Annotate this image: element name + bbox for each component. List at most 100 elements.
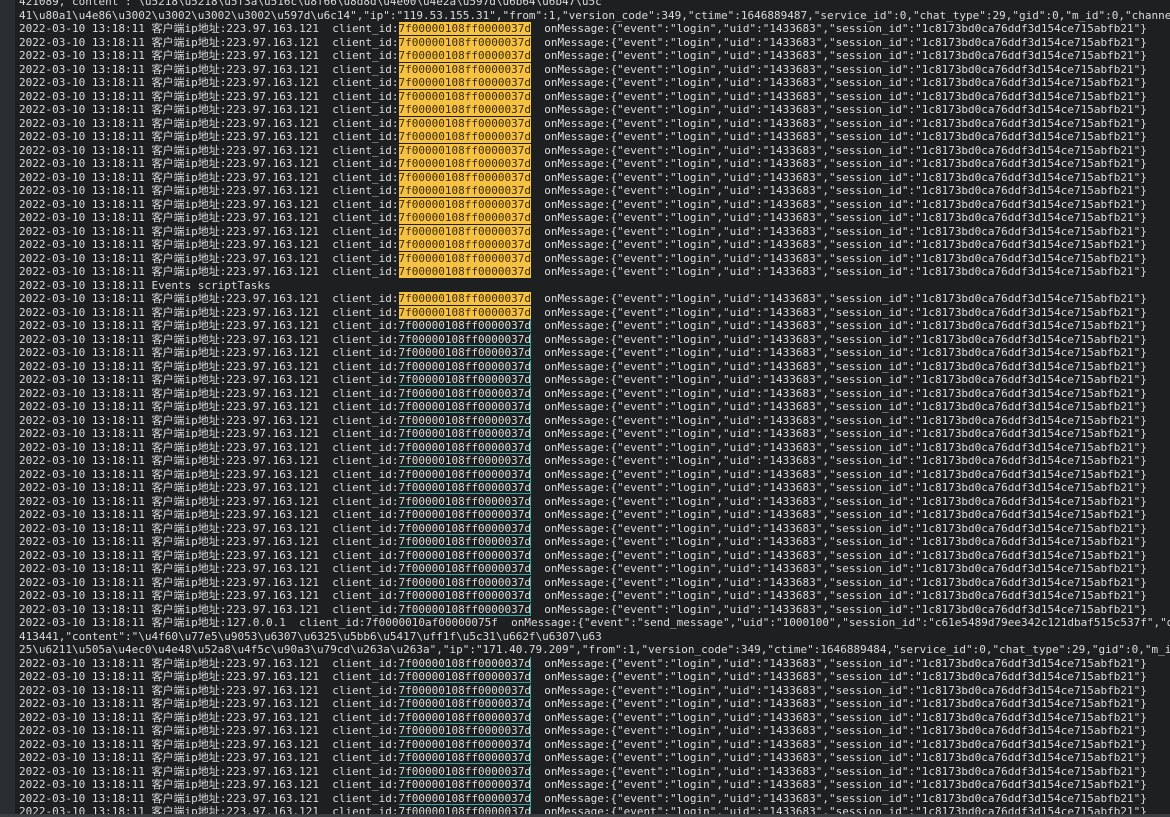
log-message: onMessage:{"event":"login","uid":"143368… (530, 116, 1147, 130)
log-message: onMessage:{"event":"login","uid":"143368… (530, 764, 1147, 778)
client-id: 7f00000108ff0000037d (398, 454, 531, 467)
terminal-window[interactable]: 421089,"content":"\u5218\u5218\u5f3a\u51… (0, 0, 1170, 817)
client-id: 7f00000108ff0000037d (398, 373, 531, 386)
log-message: onMessage:{"event":"login","uid":"143368… (530, 62, 1147, 76)
log-line: 2022-03-10 13:18:11 客户端ip地址:223.97.163.1… (19, 657, 1170, 671)
log-line: 2022-03-10 13:18:11 Events scriptTasks (19, 278, 271, 292)
log-message: onMessage:{"event":"login","uid":"143368… (530, 143, 1147, 157)
log-prefix: 2022-03-10 13:18:11 客户端ip地址:223.97.163.1… (19, 305, 399, 319)
search-match-client-id: 7f00000108ff0000037d (398, 211, 531, 224)
client-id: 7f00000108ff0000037d (398, 346, 531, 359)
log-line: 2022-03-10 13:18:11 客户端ip地址:223.97.163.1… (19, 224, 1170, 239)
log-message: onMessage:{"event":"login","uid":"143368… (530, 575, 1147, 589)
log-prefix: 2022-03-10 13:18:11 客户端ip地址:223.97.163.1… (19, 575, 399, 589)
client-id: 7f00000108ff0000037d (398, 791, 531, 805)
client-id: 7f00000108ff0000037d (398, 319, 531, 332)
log-prefix: 2022-03-10 13:18:11 客户端ip地址:223.97.163.1… (19, 508, 399, 521)
log-prefix: 2022-03-10 13:18:11 客户端ip地址:223.97.163.1… (19, 265, 399, 278)
log-prefix: 2022-03-10 13:18:11 客户端ip地址:223.97.163.1… (19, 346, 399, 359)
log-line: 2022-03-10 13:18:11 客户端ip地址:223.97.163.1… (19, 211, 1170, 225)
client-id: 7f00000108ff0000037d (398, 656, 531, 670)
client-id: 7f00000108ff0000037d (398, 764, 531, 778)
log-message: onMessage:{"event":"login","uid":"143368… (530, 589, 1147, 602)
log-line: 2022-03-10 13:18:11 客户端ip地址:223.97.163.1… (19, 89, 1170, 104)
log-line: 2022-03-10 13:18:11 客户端ip地址:223.97.163.1… (19, 22, 1170, 36)
log-line: 2022-03-10 13:18:11 客户端ip地址:223.97.163.1… (19, 454, 1170, 468)
log-prefix: 2022-03-10 13:18:11 客户端ip地址:223.97.163.1… (19, 778, 399, 791)
search-match-client-id: 7f00000108ff0000037d (398, 49, 531, 62)
client-id: 7f00000108ff0000037d (398, 535, 531, 548)
search-match-client-id: 7f00000108ff0000037d (398, 184, 531, 197)
log-message: onMessage:{"event":"login","uid":"143368… (530, 521, 1147, 535)
log-message: onMessage:{"event":"login","uid":"143368… (530, 656, 1147, 670)
search-match-client-id: 7f00000108ff0000037d (398, 116, 531, 130)
log-prefix: 2022-03-10 13:18:11 客户端ip地址:223.97.163.1… (19, 143, 399, 157)
log-line: 421089,"content":"\u5218\u5218\u5f3a\u51… (19, 0, 602, 8)
log-message: onMessage:{"event":"login","uid":"143368… (530, 265, 1147, 278)
log-line: 2022-03-10 13:18:11 客户端ip地址:223.97.163.1… (19, 305, 1170, 320)
log-message: onMessage:{"event":"login","uid":"143368… (530, 791, 1147, 805)
log-message: onMessage:{"event":"login","uid":"143368… (530, 373, 1147, 386)
client-id: 7f00000108ff0000037d (398, 386, 531, 400)
log-message: onMessage:{"event":"login","uid":"143368… (530, 724, 1147, 737)
log-prefix: 2022-03-10 13:18:11 客户端ip地址:223.97.163.1… (19, 157, 399, 170)
log-line: 2022-03-10 13:18:11 客户端ip地址:223.97.163.1… (19, 251, 1170, 266)
client-id: 7f00000108ff0000037d (398, 413, 531, 427)
log-message: onMessage:{"event":"login","uid":"143368… (530, 157, 1147, 170)
log-prefix: 2022-03-10 13:18:11 客户端ip地址:223.97.163.1… (19, 89, 399, 103)
log-line: 2022-03-10 13:18:11 客户端ip地址:223.97.163.1… (19, 508, 1170, 522)
log-line: 2022-03-10 13:18:11 客户端ip地址:127.0.0.1 cl… (19, 616, 1170, 629)
log-prefix: 2022-03-10 13:18:11 客户端ip地址:223.97.163.1… (19, 454, 399, 467)
log-message: onMessage:{"event":"login","uid":"143368… (530, 76, 1147, 89)
log-prefix: 2022-03-10 13:18:11 客户端ip地址:223.97.163.1… (19, 413, 399, 427)
log-message: onMessage:{"event":"login","uid":"143368… (530, 751, 1147, 764)
log-line: 2022-03-10 13:18:11 客户端ip地址:223.97.163.1… (19, 765, 1170, 779)
log-line: 2022-03-10 13:18:11 客户端ip地址:223.97.163.1… (19, 62, 1170, 77)
log-message: onMessage:{"event":"login","uid":"143368… (530, 346, 1147, 359)
search-match-client-id: 7f00000108ff0000037d (398, 35, 531, 49)
client-id: 7f00000108ff0000037d (398, 359, 531, 373)
log-prefix: 2022-03-10 13:18:11 客户端ip地址:223.97.163.1… (19, 76, 399, 89)
log-line: 2022-03-10 13:18:11 客户端ip地址:223.97.163.1… (19, 35, 1170, 50)
log-message: onMessage:{"event":"login","uid":"143368… (530, 224, 1147, 238)
log-message: onMessage:{"event":"login","uid":"143368… (530, 49, 1147, 62)
client-id: 7f00000108ff0000037d (398, 467, 531, 481)
log-prefix: 2022-03-10 13:18:11 客户端ip地址:223.97.163.1… (19, 751, 399, 764)
log-message: onMessage:{"event":"login","uid":"143368… (530, 197, 1147, 211)
log-output[interactable]: 421089,"content":"\u5218\u5218\u5f3a\u51… (19, 0, 1170, 817)
log-line: 2022-03-10 13:18:11 客户端ip地址:223.97.163.1… (19, 603, 1170, 617)
log-prefix: 2022-03-10 13:18:11 客户端ip地址:223.97.163.1… (19, 332, 399, 346)
log-message: onMessage:{"event":"login","uid":"143368… (530, 602, 1147, 616)
log-message: onMessage:{"event":"login","uid":"143368… (530, 494, 1147, 508)
search-match-client-id: 7f00000108ff0000037d (398, 265, 531, 278)
log-line: 41\u80a1\u4e86\u3002\u3002\u3002\u3002\u… (19, 8, 1170, 22)
log-prefix: 2022-03-10 13:18:11 客户端ip地址:223.97.163.1… (19, 427, 399, 440)
log-prefix: 2022-03-10 13:18:11 客户端ip地址:223.97.163.1… (19, 49, 399, 62)
client-id: 7f00000108ff0000037d (398, 332, 531, 346)
log-message: onMessage:{"event":"login","uid":"143368… (530, 184, 1147, 197)
log-message: onMessage:{"event":"login","uid":"143368… (530, 332, 1147, 346)
log-message: onMessage:{"event":"login","uid":"143368… (530, 130, 1147, 143)
search-match-client-id: 7f00000108ff0000037d (398, 170, 531, 184)
log-line: 2022-03-10 13:18:11 客户端ip地址:223.97.163.1… (19, 792, 1170, 806)
search-match-client-id: 7f00000108ff0000037d (398, 224, 531, 238)
log-message: onMessage:{"event":"login","uid":"143368… (530, 454, 1147, 467)
log-message: onMessage:{"event":"login","uid":"143368… (530, 413, 1147, 427)
log-message: onMessage:{"event":"login","uid":"143368… (530, 400, 1147, 413)
log-prefix: 2022-03-10 13:18:11 客户端ip地址:223.97.163.1… (19, 467, 399, 481)
client-id: 7f00000108ff0000037d (398, 481, 531, 494)
log-line: 25\u6211\u505a\u4ec0\u4e48\u52a8\u4f5c\u… (19, 643, 1170, 656)
log-line: 2022-03-10 13:18:11 客户端ip地址:223.97.163.1… (19, 711, 1170, 725)
log-message: onMessage:{"event":"login","uid":"143368… (530, 292, 1147, 305)
log-prefix: 2022-03-10 13:18:11 客户端ip地址:223.97.163.1… (19, 440, 399, 454)
log-message: onMessage:{"event":"login","uid":"143368… (530, 305, 1147, 319)
log-prefix: 2022-03-10 13:18:11 客户端ip地址:223.97.163.1… (19, 791, 399, 805)
log-line: 2022-03-10 13:18:11 客户端ip地址:223.97.163.1… (19, 116, 1170, 131)
client-id: 7f00000108ff0000037d (398, 683, 531, 697)
search-match-client-id: 7f00000108ff0000037d (398, 89, 531, 103)
log-message: onMessage:{"event":"login","uid":"143368… (530, 319, 1147, 332)
log-prefix: 2022-03-10 13:18:11 客户端ip地址:223.97.163.1… (19, 103, 399, 116)
log-prefix: 2022-03-10 13:18:11 客户端ip地址:223.97.163.1… (19, 535, 399, 548)
client-id: 7f00000108ff0000037d (398, 548, 531, 562)
log-prefix: 2022-03-10 13:18:11 客户端ip地址:223.97.163.1… (19, 548, 399, 562)
